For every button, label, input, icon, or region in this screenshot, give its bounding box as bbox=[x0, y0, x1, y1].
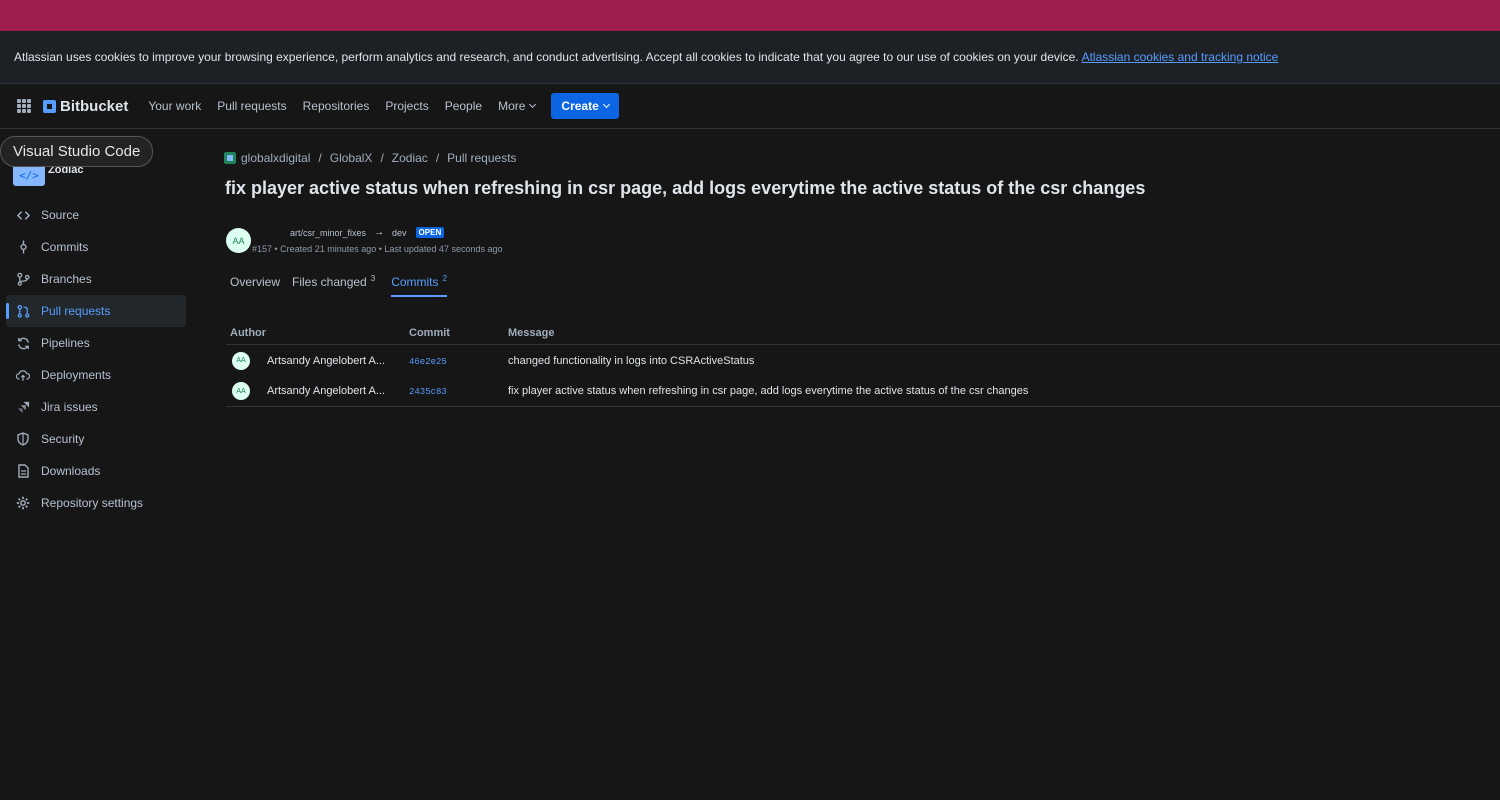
table-header: Author Commit Message bbox=[226, 321, 1500, 345]
cookie-text: Atlassian uses cookies to improve your b… bbox=[14, 50, 1079, 64]
nav-repositories[interactable]: Repositories bbox=[295, 99, 378, 113]
status-badge: OPEN bbox=[415, 227, 445, 238]
sidebar-item-source[interactable]: Source bbox=[6, 199, 186, 231]
create-button[interactable]: Create bbox=[551, 93, 619, 119]
header-message: Message bbox=[508, 326, 555, 339]
commits-table: Author Commit Message AA Artsandy Angelo… bbox=[226, 321, 1500, 407]
header-commit: Commit bbox=[409, 326, 450, 339]
commit-message[interactable]: fix player active status when refreshing… bbox=[508, 385, 1028, 397]
avatar[interactable]: AA bbox=[226, 228, 251, 253]
breadcrumb-separator: / bbox=[435, 151, 440, 165]
gear-icon bbox=[16, 496, 30, 510]
document-icon bbox=[16, 464, 30, 478]
chevron-down-icon bbox=[602, 100, 610, 109]
author-name[interactable]: Artsandy Angelobert A... bbox=[267, 355, 395, 367]
jira-icon bbox=[16, 400, 30, 414]
target-branch[interactable]: dev bbox=[392, 228, 407, 238]
branch-icon bbox=[16, 272, 30, 286]
sidebar-item-jira-issues[interactable]: Jira issues bbox=[6, 391, 186, 423]
commit-icon bbox=[16, 240, 30, 254]
pull-request-icon bbox=[16, 304, 30, 318]
breadcrumb-pull-requests[interactable]: Pull requests bbox=[447, 151, 516, 165]
sidebar-item-security[interactable]: Security bbox=[6, 423, 186, 455]
pr-tabs: Overview Files changed 3 Commits 2 bbox=[230, 274, 459, 297]
page-title: fix player active status when refreshing… bbox=[225, 178, 1146, 198]
cookie-banner: Atlassian uses cookies to improve your b… bbox=[0, 31, 1500, 84]
app-switcher-icon[interactable] bbox=[17, 99, 31, 113]
pr-meta-line: #157 • Created 21 minutes ago • Last upd… bbox=[252, 244, 503, 254]
arrow-right-icon: → bbox=[374, 227, 385, 238]
logo-text: Bitbucket bbox=[60, 97, 129, 115]
sidebar-item-downloads[interactable]: Downloads bbox=[6, 455, 186, 487]
workspace-logo-icon bbox=[224, 152, 236, 164]
nav-people[interactable]: People bbox=[437, 99, 490, 113]
bitbucket-logo[interactable]: Bitbucket bbox=[43, 98, 128, 115]
breadcrumb-separator: / bbox=[318, 151, 322, 165]
shield-icon bbox=[16, 432, 30, 446]
sidebar-item-label: Deployments bbox=[41, 368, 112, 382]
sidebar-item-label: Commits bbox=[41, 240, 89, 254]
tab-commits[interactable]: Commits 2 bbox=[391, 274, 447, 297]
nav-more-dropdown[interactable]: More bbox=[490, 99, 543, 113]
nav-pull-requests[interactable]: Pull requests bbox=[209, 99, 294, 113]
breadcrumb-separator: / bbox=[380, 151, 384, 165]
sidebar-item-repository-settings[interactable]: Repository settings bbox=[6, 487, 186, 519]
tab-label: Commits bbox=[391, 275, 439, 289]
tab-count: 3 bbox=[370, 274, 376, 283]
sidebar-item-label: Pull requests bbox=[41, 304, 111, 318]
nav-your-work[interactable]: Your work bbox=[140, 99, 209, 113]
tab-files-changed[interactable]: Files changed 3 bbox=[292, 274, 376, 295]
sidebar-item-label: Repository settings bbox=[41, 496, 144, 510]
table-row: AA Artsandy Angelobert A... 2435c83 fix … bbox=[226, 376, 1500, 407]
cookie-notice-link[interactable]: Atlassian cookies and tracking notice bbox=[1082, 50, 1279, 64]
top-color-strip bbox=[0, 0, 1500, 31]
nav-more-label: More bbox=[498, 99, 526, 113]
source-branch[interactable]: art/csr_minor_fixes bbox=[290, 228, 366, 238]
tab-overview[interactable]: Overview bbox=[230, 275, 280, 295]
sidebar-item-label: Security bbox=[41, 432, 85, 446]
commit-message[interactable]: changed functionality in logs into CSRAc… bbox=[508, 355, 754, 367]
repo-sidebar: Source Commits Branches Pull requests Pi… bbox=[6, 199, 186, 519]
tab-label: Files changed bbox=[292, 275, 367, 289]
pipelines-icon bbox=[16, 336, 30, 350]
header-author: Author bbox=[230, 326, 267, 339]
chevron-down-icon bbox=[529, 100, 537, 109]
sidebar-item-label: Source bbox=[41, 208, 80, 222]
commit-hash-link[interactable]: 2435c83 bbox=[409, 387, 447, 397]
nav-projects[interactable]: Projects bbox=[377, 99, 436, 113]
code-icon bbox=[16, 208, 30, 222]
breadcrumb-project[interactable]: GlobalX bbox=[330, 151, 373, 165]
bitbucket-logo-icon bbox=[43, 99, 56, 113]
sidebar-item-deployments[interactable]: Deployments bbox=[6, 359, 186, 391]
top-navbar: Bitbucket Your work Pull requests Reposi… bbox=[0, 84, 1500, 129]
create-label: Create bbox=[561, 99, 599, 113]
breadcrumb-workspace[interactable]: globalxdigital bbox=[241, 151, 310, 165]
sidebar-item-branches[interactable]: Branches bbox=[6, 263, 186, 295]
avatar[interactable]: AA bbox=[232, 382, 250, 400]
vscode-tooltip: Visual Studio Code bbox=[0, 136, 154, 167]
sidebar-item-commits[interactable]: Commits bbox=[6, 231, 186, 263]
author-name[interactable]: Artsandy Angelobert A... bbox=[267, 385, 395, 397]
cloud-upload-icon bbox=[16, 368, 30, 382]
sidebar-item-pipelines[interactable]: Pipelines bbox=[6, 327, 186, 359]
commit-hash-link[interactable]: 46e2e25 bbox=[409, 357, 447, 367]
table-row: AA Artsandy Angelobert A... 46e2e25 chan… bbox=[226, 345, 1500, 376]
breadcrumb-repository[interactable]: Zodiac bbox=[392, 151, 428, 165]
breadcrumb: globalxdigital / GlobalX / Zodiac / Pull… bbox=[224, 151, 517, 165]
sidebar-item-label: Downloads bbox=[41, 464, 101, 478]
tab-count: 2 bbox=[442, 274, 447, 283]
sidebar-item-label: Pipelines bbox=[41, 336, 90, 350]
tab-label: Overview bbox=[230, 275, 281, 289]
avatar[interactable]: AA bbox=[232, 351, 250, 370]
sidebar-item-label: Jira issues bbox=[41, 400, 98, 414]
sidebar-item-label: Branches bbox=[41, 272, 92, 286]
pr-meta: AA art/csr_minor_fixes → dev OPEN #157 •… bbox=[226, 226, 502, 254]
sidebar-item-pull-requests[interactable]: Pull requests bbox=[6, 295, 186, 327]
